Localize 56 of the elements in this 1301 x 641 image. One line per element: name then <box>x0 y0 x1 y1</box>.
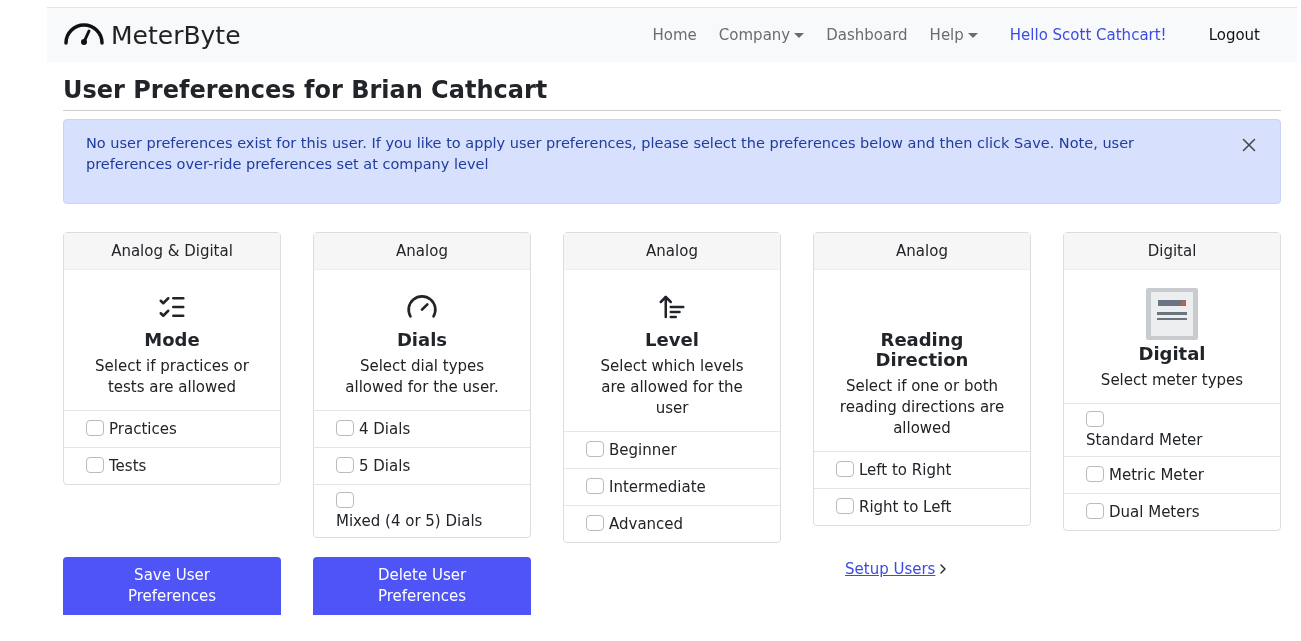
nav-link[interactable]: Company <box>718 26 805 44</box>
nav-link[interactable]: Help <box>929 26 978 44</box>
card-description: Select if practices or tests are allowed <box>94 356 250 398</box>
checkbox-option[interactable]: Standard Meter <box>1064 403 1280 456</box>
card-title: Dials <box>396 330 448 350</box>
checkbox[interactable] <box>1086 503 1104 519</box>
checkbox-option[interactable]: Advanced <box>564 505 780 542</box>
card-header: Analog <box>314 233 530 270</box>
checkbox-option[interactable]: Right to Left <box>814 488 1030 525</box>
card-description: Select meter types <box>1100 370 1244 391</box>
gauge-icon <box>63 23 105 47</box>
card-description: Select dial types allowed for the user. <box>344 356 500 398</box>
alert-message: No user preferences exist for this user. If you like to apply user preferences, please select the preferences below and then click Save. Note, user preferences over-ride preferences set at company level <box>86 135 1135 172</box>
card-title: Reading Direction <box>874 330 970 370</box>
checkbox[interactable] <box>336 457 354 473</box>
card-header: Analog <box>814 233 1030 270</box>
checkbox[interactable] <box>1086 466 1104 482</box>
nav-link[interactable]: Home <box>652 26 697 44</box>
card-header: Digital <box>1064 233 1280 270</box>
checkbox[interactable] <box>836 498 854 514</box>
nav-link[interactable]: Dashboard <box>826 26 908 44</box>
brand-link[interactable]: MeterByte <box>63 20 241 50</box>
checkbox-option[interactable]: 5 Dials <box>314 447 530 484</box>
greeting-link[interactable]: Hello Scott Cathcart! <box>1009 26 1167 44</box>
checkbox[interactable] <box>86 420 104 436</box>
card-title: Mode <box>144 330 200 350</box>
checkbox[interactable] <box>336 420 354 436</box>
meter-icon <box>1145 287 1199 341</box>
checkbox[interactable] <box>586 441 604 457</box>
checkbox-option[interactable]: Left to Right <box>814 451 1030 488</box>
checkbox-option[interactable]: Tests <box>64 447 280 484</box>
checkbox-option[interactable]: Mixed (4 or 5) Dials <box>314 484 530 537</box>
action-button[interactable]: Save User Preferences <box>63 557 281 615</box>
checkbox[interactable] <box>586 478 604 494</box>
checkbox-option[interactable]: Intermediate <box>564 468 780 505</box>
checkbox[interactable] <box>836 461 854 477</box>
action-button[interactable]: Delete User Preferences <box>313 557 531 615</box>
checkbox-option[interactable]: 4 Dials <box>314 410 530 447</box>
card-description: Select which levels are allowed for the user <box>599 356 745 419</box>
card-title: Digital <box>1138 344 1206 364</box>
card-header: Analog & Digital <box>64 233 280 270</box>
checkbox[interactable] <box>586 515 604 531</box>
card-description: Select if one or both reading directions are allowed <box>838 376 1006 439</box>
setup-users-link[interactable]: Setup Users <box>845 560 936 578</box>
brand-name: MeterByte <box>111 20 241 50</box>
checkbox[interactable] <box>336 492 354 508</box>
checkbox-option[interactable]: Dual Meters <box>1064 493 1280 530</box>
checkbox[interactable] <box>1086 411 1104 427</box>
checkbox-option[interactable]: Practices <box>64 410 280 447</box>
card-title: Level <box>645 330 699 350</box>
logout-link[interactable]: Logout <box>1208 26 1260 44</box>
card-header: Analog <box>564 233 780 270</box>
checkbox[interactable] <box>86 457 104 473</box>
checkbox-option[interactable]: Metric Meter <box>1064 456 1280 493</box>
page-title: User Preferences for Brian Cathcart <box>63 76 1281 111</box>
checkbox-option[interactable]: Beginner <box>564 431 780 468</box>
